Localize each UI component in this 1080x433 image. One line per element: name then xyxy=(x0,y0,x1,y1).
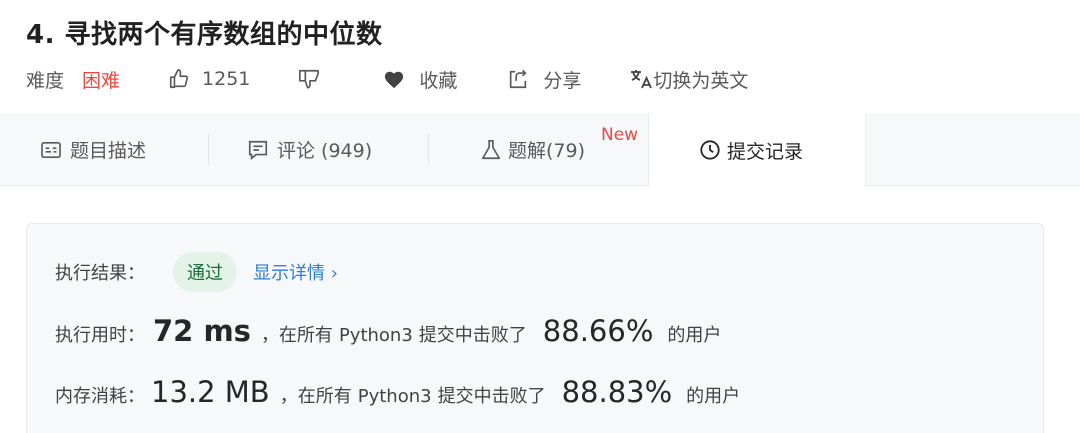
tab-submissions-label: 提交记录 xyxy=(727,140,804,163)
memory-mid: 提交中击败了 xyxy=(437,386,546,407)
tab-bar: 题目描述 评论 (949) 题解(79) 提交记录 xyxy=(0,113,1080,187)
comment-icon xyxy=(247,139,269,161)
tab-comments[interactable]: 评论 (949) xyxy=(247,113,372,186)
memory-suffix: 的用户 xyxy=(686,386,741,407)
translate-label: 切换为英文 xyxy=(653,69,749,92)
tab-solutions[interactable]: 题解(79) xyxy=(480,113,585,186)
runtime-percent: 88.66% xyxy=(542,314,654,348)
difficulty: 难度 困难 xyxy=(26,66,120,93)
tab-description[interactable]: 题目描述 xyxy=(40,113,146,186)
favorite-button[interactable]: 收藏 xyxy=(383,66,457,93)
problem-meta: 难度 困难 1251 收藏 分享 切换为英文 xyxy=(26,66,748,92)
new-badge: New xyxy=(601,125,639,145)
difficulty-value: 困难 xyxy=(82,69,121,92)
tab-submissions[interactable]: 提交记录 xyxy=(648,113,866,187)
runtime-row: 执行用时： 72 ms ，在所有 Python3 提交中击败了 88.66% 的… xyxy=(55,314,721,348)
runtime-value: 72 ms xyxy=(153,314,251,348)
favorite-label: 收藏 xyxy=(419,69,458,92)
share-icon xyxy=(507,68,529,90)
submission-result-card: 执行结果： 通过 显示详情 › 执行用时： 72 ms ，在所有 Python3… xyxy=(26,223,1044,433)
status-label: 执行结果： xyxy=(55,263,145,284)
heart-icon xyxy=(383,69,405,89)
share-label: 分享 xyxy=(543,69,582,92)
runtime-language: Python3 xyxy=(338,325,413,346)
clock-icon xyxy=(699,139,721,161)
tab-solutions-label: 题解(79) xyxy=(508,140,586,162)
status-row: 执行结果： 通过 显示详情 › xyxy=(55,252,338,292)
difficulty-label: 难度 xyxy=(26,69,65,92)
description-icon xyxy=(40,141,62,159)
status-badge: 通过 xyxy=(173,252,237,292)
tab-description-label: 题目描述 xyxy=(70,140,147,162)
like-count: 1251 xyxy=(202,68,251,90)
thumbs-up-icon xyxy=(168,68,190,90)
show-details-link[interactable]: 显示详情 › xyxy=(253,259,338,285)
translate-icon xyxy=(629,68,653,90)
translate-button[interactable]: 切换为英文 xyxy=(629,66,748,93)
problem-title: 4. 寻找两个有序数组的中位数 xyxy=(26,20,383,50)
memory-prefix: ，在所有 xyxy=(279,386,352,407)
share-button[interactable]: 分享 xyxy=(507,66,581,93)
thumbs-down-icon xyxy=(298,68,320,90)
runtime-prefix: ，在所有 xyxy=(260,325,333,346)
runtime-label: 执行用时： xyxy=(55,325,145,346)
memory-value: 13.2 MB xyxy=(151,375,270,409)
like-button[interactable]: 1251 xyxy=(168,68,250,90)
flask-icon xyxy=(480,139,502,161)
tab-divider xyxy=(428,134,429,166)
tab-divider xyxy=(208,134,209,166)
tab-comments-label: 评论 (949) xyxy=(277,140,373,162)
memory-language: Python3 xyxy=(357,386,432,407)
runtime-mid: 提交中击败了 xyxy=(418,325,527,346)
dislike-button[interactable] xyxy=(298,68,320,90)
problem-header: 4. 寻找两个有序数组的中位数 难度 困难 1251 收藏 分享 切换为英文 xyxy=(0,0,1080,113)
runtime-suffix: 的用户 xyxy=(667,325,722,346)
memory-percent: 88.83% xyxy=(561,375,673,409)
memory-row: 内存消耗： 13.2 MB ，在所有 Python3 提交中击败了 88.83%… xyxy=(55,375,740,409)
memory-label: 内存消耗： xyxy=(55,386,145,407)
